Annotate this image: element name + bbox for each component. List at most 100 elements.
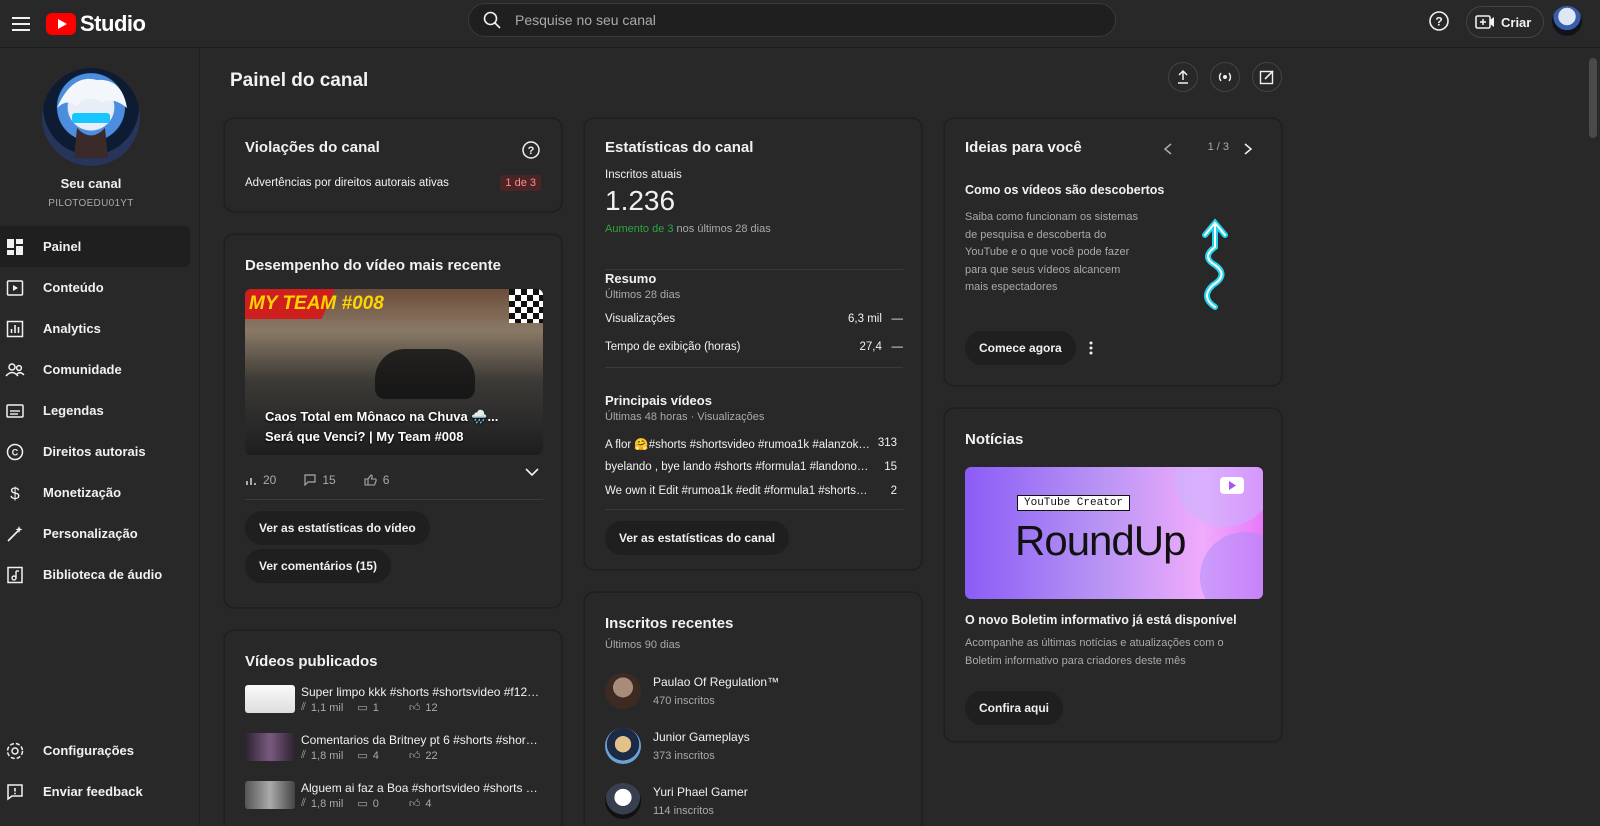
video-thumbnail[interactable] xyxy=(245,733,295,761)
top-video-row[interactable]: A flor 🤗#shorts #shortsvideo #rumoa1k #a… xyxy=(605,437,897,451)
sidebar: Seu canal PILOTOEDU01YT Painel Conteúdo … xyxy=(0,48,200,826)
search-bar[interactable] xyxy=(468,3,1116,37)
search-input[interactable] xyxy=(515,12,1075,28)
strikes-badge: 1 de 3 xyxy=(500,175,541,191)
audio-library-icon xyxy=(4,564,26,586)
views-count: 20 xyxy=(263,473,277,487)
sidebar-item-monetizacao[interactable]: $ Monetização xyxy=(0,472,190,513)
video-stats-button[interactable]: Ver as estatísticas do vídeo xyxy=(245,511,430,545)
add-video-icon xyxy=(1475,15,1494,29)
channel-stats-card: Estatísticas do canal Inscritos atuais 1… xyxy=(584,118,922,570)
sidebar-item-enviar-feedback[interactable]: Enviar feedback xyxy=(0,771,190,812)
channel-stats-button[interactable]: Ver as estatísticas do canal xyxy=(605,521,790,555)
ideas-subtitle: Como os vídeos são descobertos xyxy=(965,183,1165,197)
latest-video-thumbnail[interactable]: MY TEAM #008 Caos Total em Mônaco na Chu… xyxy=(245,289,543,455)
views-count: ⫽ 1,8 mil xyxy=(301,797,344,810)
banner-small-text: YouTube Creator xyxy=(1017,495,1131,511)
dashboard-icon xyxy=(4,236,26,258)
chevron-right-icon[interactable] xyxy=(1243,143,1253,155)
likes-count: 6 xyxy=(382,473,390,487)
sidebar-item-conteudo[interactable]: Conteúdo xyxy=(0,267,190,308)
account-avatar[interactable] xyxy=(1552,6,1582,36)
video-meta: ⫽ 1,1 mil ▭ 1 👍︎ 12 xyxy=(301,701,438,714)
top-video-row[interactable]: We own it Edit #rumoa1k #edit #formula1 … xyxy=(605,485,897,497)
scrollbar[interactable] xyxy=(1586,48,1600,826)
thumbnail-text: MY TEAM #008 xyxy=(249,293,384,314)
help-icon[interactable]: ? xyxy=(521,140,541,160)
views-count: ⫽ 1,1 mil xyxy=(301,701,344,714)
subscriber-item[interactable]: Paulao Of Regulation™ 470 inscritos xyxy=(605,673,779,709)
video-meta: ⫽ 1,8 mil ▭ 0 👍︎ 4 xyxy=(301,797,431,810)
news-banner[interactable]: YouTube Creator RoundUp xyxy=(965,467,1263,599)
subs-label: Inscritos atuais xyxy=(605,169,682,181)
ideas-title: Ideias para você xyxy=(965,139,1082,156)
video-title[interactable]: Alguem ai faz a Boa #shortsvideo #shorts… xyxy=(301,781,541,795)
top-videos-period: Últimas 48 horas · Visualizações xyxy=(605,411,765,423)
studio-logo[interactable]: Studio xyxy=(46,6,146,42)
divider xyxy=(605,367,903,368)
news-body: Acompanhe as últimas notícias e atualiza… xyxy=(965,637,1224,667)
views-count: ⫽ 1,8 mil xyxy=(301,749,344,762)
chevron-left-icon[interactable] xyxy=(1163,143,1173,155)
video-thumbnail[interactable] xyxy=(245,781,295,809)
growth-text: Aumento de 3 nos últimos 28 dias xyxy=(605,223,771,235)
video-title[interactable]: Super limpo kkk #shorts #shortsvideo #f1… xyxy=(301,685,541,699)
thumbs-up-icon xyxy=(364,474,377,486)
chevron-down-icon[interactable] xyxy=(525,467,539,477)
violations-title: Violações do canal xyxy=(245,139,380,156)
likes-count: 👍︎ 12 xyxy=(408,701,438,715)
stats-title: Estatísticas do canal xyxy=(605,139,754,156)
scrollbar-thumb[interactable] xyxy=(1589,58,1597,138)
top-video-row[interactable]: byelando , bye lando #shorts #formula1 #… xyxy=(605,461,897,473)
subscriber-item[interactable]: Yuri Phael Gamer 114 inscritos xyxy=(605,783,748,819)
analytics-icon xyxy=(4,318,26,340)
search-icon xyxy=(483,11,501,29)
stat-row-watchtime: Tempo de exibição (horas) 27,4 — xyxy=(605,341,903,353)
avatar xyxy=(605,783,641,819)
video-stats: 20 15 6 xyxy=(245,473,389,487)
create-label: Criar xyxy=(1501,14,1532,30)
video-thumbnail[interactable] xyxy=(245,685,295,713)
avatar xyxy=(605,728,641,764)
subscriber-item[interactable]: Junior Gameplays 373 inscritos xyxy=(605,728,750,764)
sidebar-item-direitos-autorais[interactable]: C Direitos autorais xyxy=(0,431,190,472)
likes-count: 👍︎ 22 xyxy=(408,749,438,763)
checkered-flag-icon xyxy=(509,289,543,323)
published-videos-card: Vídeos publicados Super limpo kkk #short… xyxy=(224,630,562,826)
create-button[interactable]: Criar xyxy=(1466,6,1545,38)
check-it-out-button[interactable]: Confira aqui xyxy=(965,691,1064,725)
svg-text:$: $ xyxy=(10,484,20,502)
upload-icon[interactable] xyxy=(1168,62,1198,92)
copyright-icon: C xyxy=(4,441,26,463)
get-started-button[interactable]: Comece agora xyxy=(965,331,1076,365)
divider xyxy=(605,269,903,270)
svg-text:?: ? xyxy=(528,145,535,157)
comments-button[interactable]: Ver comentários (15) xyxy=(245,549,392,583)
sidebar-item-legendas[interactable]: Legendas xyxy=(0,390,190,431)
more-vert-icon[interactable] xyxy=(1089,341,1093,355)
sidebar-item-biblioteca-de-audio[interactable]: Biblioteca de áudio xyxy=(0,554,190,595)
dollar-icon: $ xyxy=(4,482,26,504)
video-meta: ⫽ 1,8 mil ▭ 4 👍︎ 22 xyxy=(301,749,438,762)
page-title: Painel do canal xyxy=(230,70,369,91)
stat-row-views: Visualizações 6,3 mil — xyxy=(605,313,903,325)
video-title[interactable]: Comentarios da Britney pt 6 #shorts #sho… xyxy=(301,733,541,747)
live-icon[interactable] xyxy=(1210,62,1240,92)
sidebar-item-comunidade[interactable]: Comunidade xyxy=(0,349,190,390)
sidebar-item-analytics[interactable]: Analytics xyxy=(0,308,190,349)
sidebar-item-configuracoes[interactable]: Configurações xyxy=(0,730,190,771)
video-caption: Caos Total em Mônaco na Chuva 🌧️... Será… xyxy=(265,409,499,444)
sidebar-item-personalizacao[interactable]: Personalização xyxy=(0,513,190,554)
svg-text:C: C xyxy=(12,447,19,457)
ideas-card: Ideias para você 1 / 3 Como os vídeos sã… xyxy=(944,118,1282,386)
sidebar-item-painel[interactable]: Painel xyxy=(0,226,190,267)
help-icon[interactable]: ? xyxy=(1428,10,1452,34)
comments-count: ▭ 4 xyxy=(357,749,379,763)
subtitles-icon xyxy=(4,400,26,422)
comments-count: 15 xyxy=(322,473,336,487)
menu-icon[interactable] xyxy=(6,9,36,39)
create-post-icon[interactable] xyxy=(1252,62,1282,92)
strikes-label: Advertências por direitos autorais ativa… xyxy=(245,177,449,189)
comments-count: ▭ 0 xyxy=(357,797,379,811)
channel-avatar[interactable] xyxy=(42,68,140,166)
